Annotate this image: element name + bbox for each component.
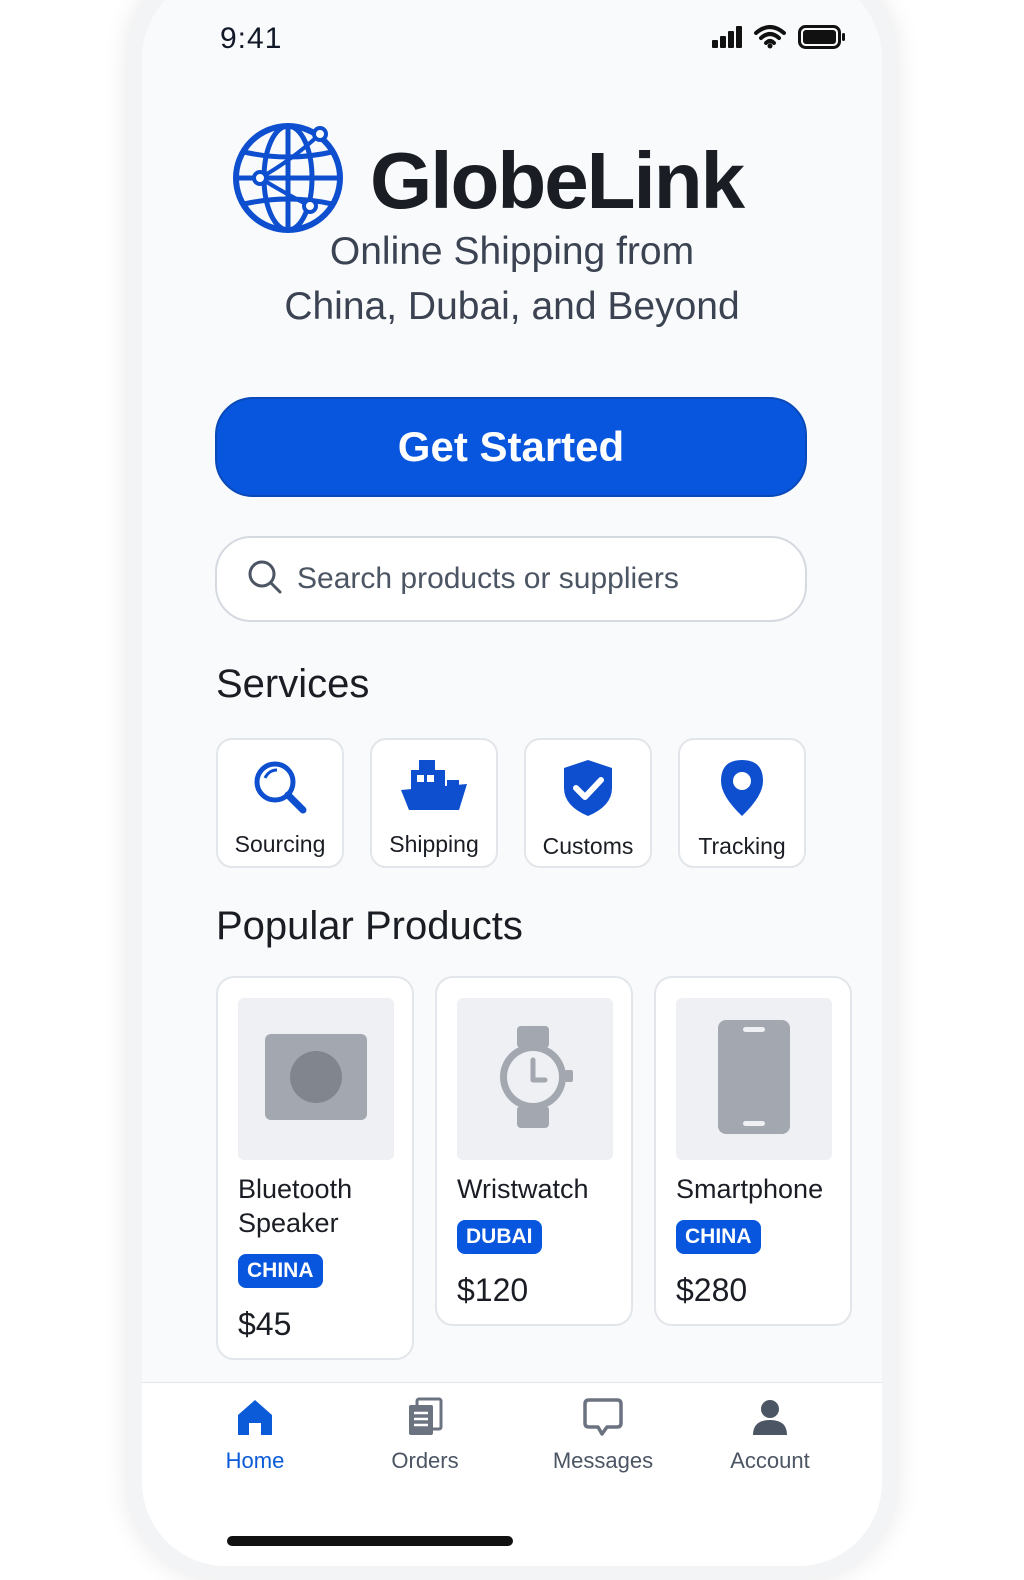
service-customs[interactable]: Customs	[524, 738, 652, 868]
shield-check-icon	[560, 758, 616, 823]
tab-label: Messages	[552, 1448, 654, 1473]
speaker-icon	[264, 1033, 368, 1126]
product-card-wristwatch[interactable]: Wristwatch DUBAI $120	[435, 976, 633, 1326]
phone-frame: 9:41 GlobeLink Online Shipping from Chin…	[128, 0, 896, 1580]
product-image	[676, 998, 832, 1160]
app-screen: 9:41 GlobeLink Online Shipping from Chin…	[142, 0, 882, 1566]
service-label: Sourcing	[234, 831, 326, 857]
product-name: Wristwatch	[457, 1174, 589, 1204]
search-input[interactable]: Search products or suppliers	[215, 536, 807, 622]
watch-icon	[495, 1024, 575, 1135]
tab-messages[interactable]: Messages	[528, 1397, 678, 1474]
magnifier-icon	[251, 758, 309, 821]
tagline: Online Shipping from China, Dubai, and B…	[142, 224, 882, 334]
tab-label: Account	[730, 1448, 810, 1473]
services-grid: Sourcing Shipping Customs Tracking	[216, 738, 806, 868]
status-time: 9:41	[220, 22, 283, 55]
product-name: Smartphone	[676, 1174, 824, 1204]
product-price: $120	[457, 1272, 529, 1308]
tab-account[interactable]: Account	[695, 1397, 845, 1474]
service-tracking[interactable]: Tracking	[678, 738, 806, 868]
service-label: Tracking	[698, 833, 786, 859]
messages-icon	[583, 1397, 623, 1442]
tab-label: Orders	[391, 1448, 459, 1473]
origin-badge: DUBAI	[457, 1220, 542, 1254]
brand-name: GlobeLink	[370, 135, 745, 225]
get-started-button[interactable]: Get Started	[215, 397, 807, 497]
battery-icon	[798, 24, 846, 54]
account-icon	[750, 1397, 790, 1442]
product-price: $280	[676, 1272, 748, 1308]
product-image	[457, 998, 613, 1160]
home-icon	[235, 1397, 275, 1442]
brand-logo: GlobeLink	[232, 120, 745, 241]
ship-icon	[399, 758, 469, 821]
popular-products-title: Popular Products	[216, 904, 523, 948]
home-indicator[interactable]	[227, 1536, 513, 1546]
product-card-smartphone[interactable]: Smartphone CHINA $280	[654, 976, 852, 1326]
tagline-line-1: Online Shipping from	[329, 230, 695, 273]
origin-badge: CHINA	[238, 1254, 323, 1288]
globe-icon	[232, 120, 348, 241]
orders-icon	[405, 1397, 445, 1442]
product-price: $45	[238, 1306, 292, 1342]
service-label: Shipping	[389, 831, 479, 857]
service-shipping[interactable]: Shipping	[370, 738, 498, 868]
tab-orders[interactable]: Orders	[350, 1397, 500, 1474]
phone-icon	[717, 1019, 791, 1140]
tagline-line-2: China, Dubai, and Beyond	[284, 285, 740, 328]
service-sourcing[interactable]: Sourcing	[216, 738, 344, 868]
product-image	[238, 998, 394, 1160]
product-card-bluetooth-speaker[interactable]: Bluetooth Speaker CHINA $45	[216, 976, 414, 1360]
search-icon	[247, 559, 283, 600]
cellular-signal-icon	[712, 25, 742, 53]
tab-home[interactable]: Home	[180, 1397, 330, 1474]
origin-badge: CHINA	[676, 1220, 761, 1254]
wifi-icon	[754, 24, 786, 54]
service-label: Customs	[542, 833, 634, 859]
product-name: Bluetooth Speaker	[238, 1174, 353, 1238]
tab-label: Home	[225, 1448, 285, 1473]
services-title: Services	[216, 662, 370, 706]
location-pin-icon	[717, 758, 767, 823]
search-placeholder: Search products or suppliers	[297, 562, 679, 595]
status-icons	[712, 24, 846, 54]
